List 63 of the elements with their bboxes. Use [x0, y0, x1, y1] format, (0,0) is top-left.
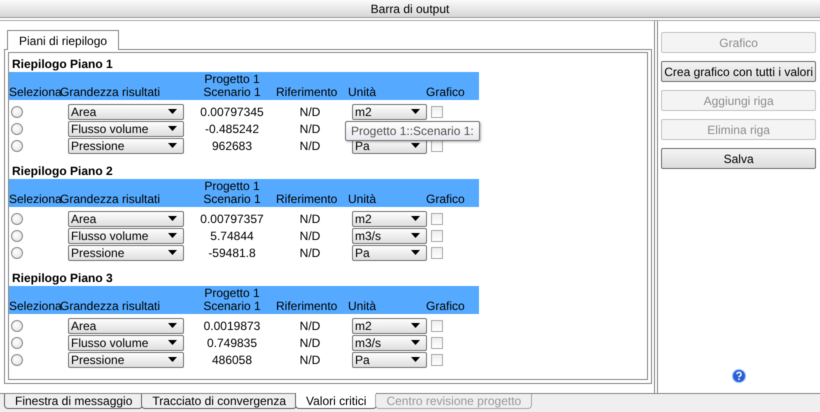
column-header: Progetto 1 Scenario 1	[203, 180, 261, 207]
value-cell: -0.485242	[204, 122, 260, 136]
tooltip: Progetto 1::Scenario 1:	[345, 121, 480, 141]
column-header: Seleziona	[9, 86, 60, 100]
action-button[interactable]: Crea grafico con tutti i valori	[661, 61, 816, 82]
column-header: Grafico	[426, 300, 466, 314]
column-header: Grandezza risultati	[60, 86, 162, 100]
column-header: Unità	[348, 193, 378, 207]
column-header: Riferimento	[276, 86, 338, 100]
window-title: Barra di output	[370, 1, 450, 18]
reference-cell: N/D	[300, 212, 320, 226]
value-cell: 962683	[212, 138, 252, 152]
quantity-dropdown[interactable]: Flusso volume	[68, 228, 184, 244]
quantity-dropdown[interactable]: Flusso volume	[68, 334, 184, 350]
value-cell: -59481.8	[208, 246, 256, 260]
quantity-dropdown[interactable]: Pressione	[68, 352, 184, 368]
reference-cell: N/D	[300, 138, 320, 152]
column-header: Riferimento	[276, 300, 338, 314]
reference-cell: N/D	[300, 246, 320, 260]
unit-dropdown[interactable]: m2	[352, 318, 427, 334]
reference-cell: N/D	[300, 104, 320, 118]
bottom-tab[interactable]: Valori critici	[295, 393, 378, 409]
reference-cell: N/D	[300, 122, 320, 136]
unit-dropdown[interactable]: m2	[352, 210, 427, 226]
value-cell: 0.00797345	[200, 104, 264, 118]
unit-dropdown[interactable]: m3/s	[352, 228, 427, 244]
value-cell: 0.00797357	[200, 212, 264, 226]
quantity-dropdown[interactable]: Pressione	[68, 138, 184, 154]
column-header: Unità	[348, 86, 378, 100]
column-header: Progetto 1 Scenario 1	[203, 73, 261, 100]
quantity-dropdown[interactable]: Area	[68, 210, 184, 226]
reference-cell: N/D	[300, 228, 320, 242]
column-header: Grandezza risultati	[60, 193, 162, 207]
value-cell: 5.74844	[210, 228, 254, 242]
reference-cell: N/D	[300, 318, 320, 332]
quantity-dropdown[interactable]: Pressione	[68, 244, 184, 260]
unit-dropdown[interactable]: Pa	[352, 244, 427, 260]
column-header: Unità	[348, 300, 378, 314]
section-title: Riepilogo Piano 3	[11, 271, 113, 286]
value-cell: 486058	[212, 352, 252, 366]
unit-dropdown[interactable]: m2	[352, 104, 427, 120]
column-header: Grafico	[426, 193, 466, 207]
value-cell: 0.0019873	[204, 318, 260, 332]
reference-cell: N/D	[300, 336, 320, 350]
quantity-dropdown[interactable]: Area	[68, 104, 184, 120]
column-header: Grandezza risultati	[60, 300, 162, 314]
section-title: Riepilogo Piano 1	[11, 57, 113, 72]
column-header: Riferimento	[276, 193, 338, 207]
reference-cell: N/D	[300, 352, 320, 366]
value-cell: 0.749835	[206, 336, 258, 350]
unit-dropdown[interactable]: m3/s	[352, 334, 427, 350]
bottom-tab[interactable]: Finestra di messaggio	[4, 394, 144, 409]
unit-dropdown[interactable]: Pa	[352, 352, 427, 368]
column-header: Grafico	[426, 86, 466, 100]
action-button[interactable]: Salva	[661, 148, 816, 169]
section-title: Riepilogo Piano 2	[11, 164, 113, 179]
tab[interactable]: Piani di riepilogo	[7, 30, 120, 50]
quantity-dropdown[interactable]: Flusso volume	[68, 120, 184, 136]
column-header: Seleziona	[9, 300, 60, 314]
quantity-dropdown[interactable]: Area	[68, 318, 184, 334]
column-header: Seleziona	[9, 193, 60, 207]
column-header: Progetto 1 Scenario 1	[203, 287, 261, 314]
bottom-tab[interactable]: Tracciato di convergenza	[141, 394, 298, 409]
